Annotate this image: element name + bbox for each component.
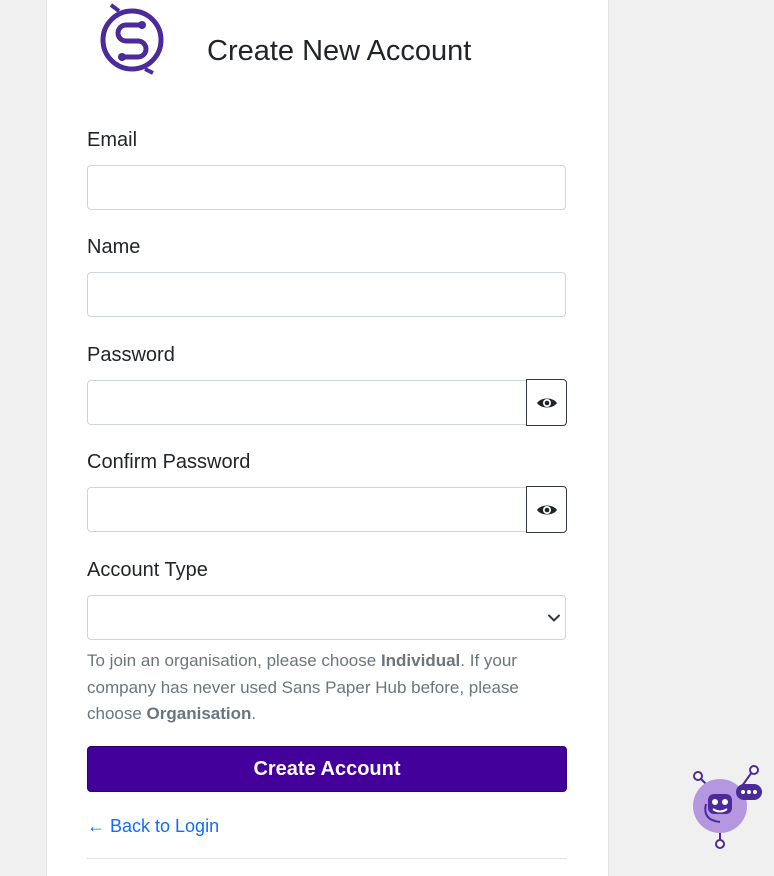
eye-icon: [536, 398, 557, 407]
account-type-label: Account Type: [87, 559, 208, 581]
back-to-login-link[interactable]: ← Back to Login: [87, 815, 219, 837]
account-type-help-text: To join an organisation, please choose I…: [87, 651, 519, 723]
email-field[interactable]: [87, 165, 566, 210]
create-account-button[interactable]: Create Account: [87, 746, 567, 792]
confirm-password-field[interactable]: [87, 487, 527, 532]
page-title: Create New Account: [207, 35, 472, 67]
chevron-down-icon: [548, 614, 560, 622]
individual-option-text: Individual: [380, 651, 461, 670]
divider: [87, 858, 567, 859]
email-label: Email: [87, 129, 138, 151]
eye-icon: [536, 505, 557, 514]
organisation-option-text: Organisation: [146, 704, 252, 723]
account-type-select[interactable]: [87, 595, 566, 640]
confirm-password-label: Confirm Password: [87, 451, 251, 473]
show-password-button[interactable]: [526, 379, 567, 426]
password-label: Password: [87, 344, 175, 366]
show-confirm-password-button[interactable]: [526, 486, 567, 533]
name-field[interactable]: [87, 272, 566, 317]
name-label: Name: [87, 236, 141, 258]
sans-paper-hub-logo: [100, 3, 164, 75]
password-field[interactable]: [87, 380, 527, 425]
chatbot-icon[interactable]: [688, 764, 768, 850]
